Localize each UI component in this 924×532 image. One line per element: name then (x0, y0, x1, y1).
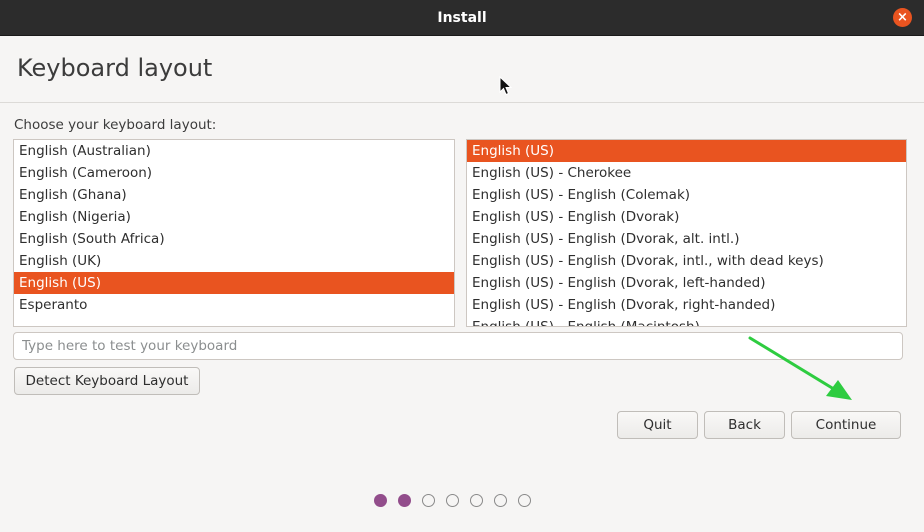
window-title: Install (437, 9, 487, 26)
variant-item[interactable]: English (US) - English (Dvorak) (467, 206, 906, 228)
layout-item[interactable]: English (South Africa) (14, 228, 454, 250)
layout-item[interactable]: English (Australian) (14, 140, 454, 162)
quit-button[interactable]: Quit (617, 411, 698, 439)
keyboard-layout-list[interactable]: English (Australian) English (Cameroon) En… (13, 139, 455, 327)
close-button[interactable]: × (893, 8, 912, 27)
progress-dot (446, 494, 459, 507)
progress-dot (374, 494, 387, 507)
progress-dot (518, 494, 531, 507)
progress-dot (470, 494, 483, 507)
keyboard-variant-list[interactable]: English (US) English (US) - Cherokee Engli… (466, 139, 907, 327)
variant-item[interactable]: English (US) - English (Dvorak, right-ha… (467, 294, 906, 316)
variant-item[interactable]: English (US) - Cherokee (467, 162, 906, 184)
progress-dot (422, 494, 435, 507)
progress-dot (494, 494, 507, 507)
mouse-pointer-icon (499, 76, 513, 96)
variant-item[interactable]: English (US) - English (Dvorak, left-han… (467, 272, 906, 294)
progress-dot (398, 494, 411, 507)
variant-item[interactable]: English (US) - English (Colemak) (467, 184, 906, 206)
close-icon: × (897, 10, 908, 25)
page-title: Keyboard layout (17, 54, 213, 82)
variant-item[interactable]: English (US) - English (Dvorak, alt. int… (467, 228, 906, 250)
layout-item[interactable]: English (Nigeria) (14, 206, 454, 228)
page-header: Keyboard layout (0, 36, 924, 103)
green-arrow-icon (748, 336, 852, 400)
layout-item[interactable]: English (UK) (14, 250, 454, 272)
window-titlebar: Install × (0, 0, 924, 36)
layout-item[interactable]: Esperanto (14, 294, 454, 316)
continue-button[interactable]: Continue (791, 411, 901, 439)
layout-prompt: Choose your keyboard layout: (14, 117, 217, 133)
variant-item[interactable]: English (US) - English (Macintosh) (467, 316, 906, 326)
layout-item[interactable]: English (US) (14, 272, 454, 294)
layout-item[interactable]: English (Cameroon) (14, 162, 454, 184)
variant-item[interactable]: English (US) (467, 140, 906, 162)
variant-item[interactable]: English (US) - English (Dvorak, intl., w… (467, 250, 906, 272)
progress-indicator (374, 494, 531, 507)
layout-item[interactable]: English (Ghana) (14, 184, 454, 206)
back-button[interactable]: Back (704, 411, 785, 439)
detect-keyboard-layout-button[interactable]: Detect Keyboard Layout (14, 367, 200, 395)
